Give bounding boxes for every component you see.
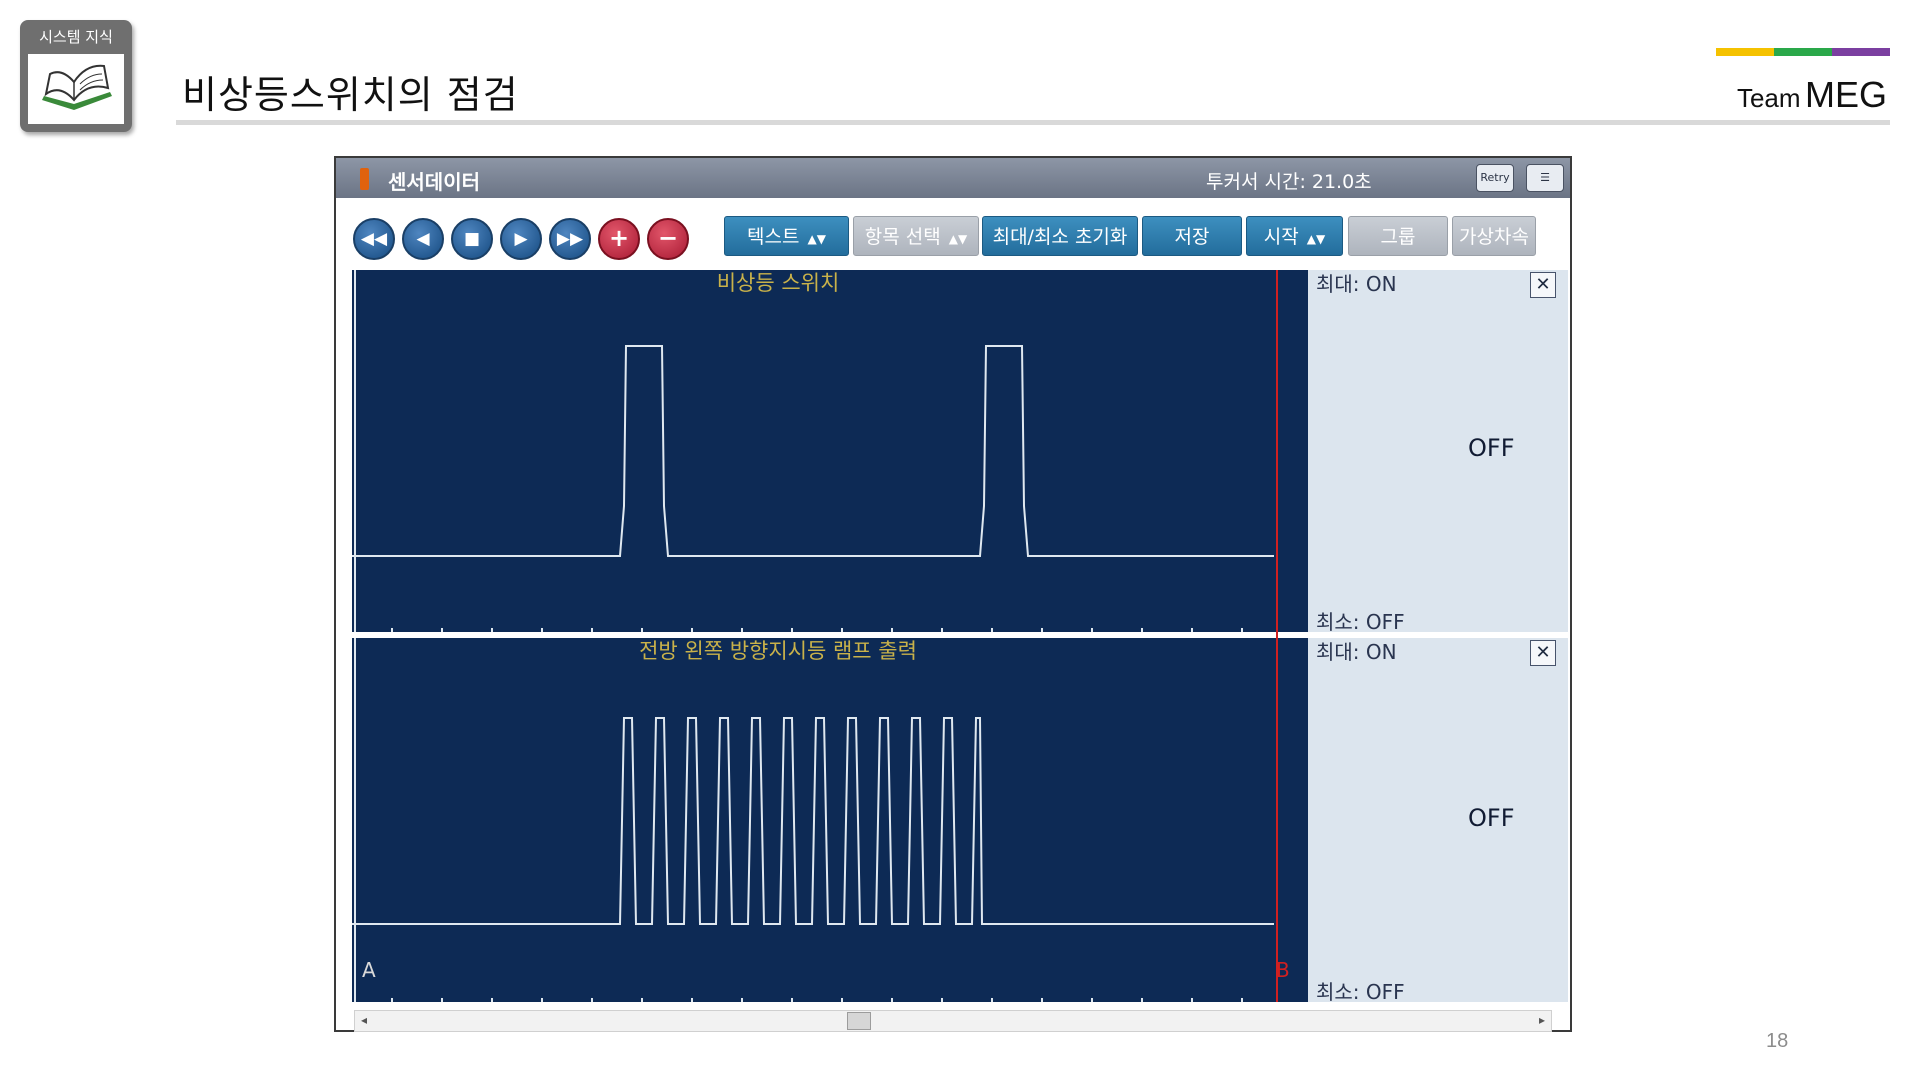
text-view-button[interactable]: 텍스트 ▲▼ [724,216,849,256]
cursor-b-line[interactable] [1276,270,1278,1002]
minmax-reset-label: 최대/최소 초기화 [992,226,1128,248]
cursor-a-marker[interactable]: A [362,958,376,982]
slide-title: 비상등스위치의 점검 [182,73,519,117]
zoom-in-button[interactable]: + [598,218,640,260]
save-label: 저장 [1174,226,1210,248]
minus-icon: − [657,224,679,252]
start-button[interactable]: 시작 ▲▼ [1246,216,1343,256]
group-button[interactable]: 그룹 [1348,216,1448,256]
close-panel-button[interactable]: ✕ [1530,272,1556,298]
scroll-left-icon[interactable]: ◂ [361,1013,367,1027]
close-icon: ✕ [1535,274,1551,295]
accent-bar-purple [1832,48,1890,56]
step-back-button[interactable]: ◀ [402,218,444,260]
fast-forward-button[interactable]: ▶▶ [549,218,591,260]
min-value: 최소: OFF [1316,980,1405,1004]
system-knowledge-badge: 시스템 지식 [20,20,132,132]
window-title: 센서데이터 [388,170,480,194]
panel-title: 비상등 스위치 [716,271,840,295]
close-panel-button[interactable]: ✕ [1530,640,1556,666]
team-name: MEG [1804,74,1887,115]
panel-separator [352,632,1568,638]
stop-button[interactable]: ■ [451,218,493,260]
stop-icon: ■ [463,229,481,249]
rewind-button[interactable]: ◀◀ [353,218,395,260]
virtual-vehicle-speed-button[interactable]: 가상차속 [1452,216,1536,256]
hazard-switch-trace [352,270,1274,632]
left-turn-signal-trace [352,638,1274,1002]
left-turn-signal-graph[interactable]: 전방 왼쪽 방향지시등 램프 출력 A B [352,638,1308,1002]
title-divider [176,120,1890,125]
save-button[interactable]: 저장 [1142,216,1242,256]
scroll-right-icon[interactable]: ▸ [1539,1013,1545,1027]
step-back-icon: ◀ [416,229,430,249]
updown-icon: ▲▼ [1306,232,1326,246]
accent-bar-yellow [1716,48,1774,56]
updown-icon: ▲▼ [948,232,968,246]
virtual-vehicle-speed-label: 가상차속 [1459,226,1529,248]
text-view-label: 텍스트 [747,226,800,248]
retry-label: Retry [1480,171,1510,184]
window-status-icon [360,168,369,190]
fast-forward-icon: ▶▶ [556,229,584,249]
group-label: 그룹 [1380,226,1416,248]
scroll-thumb[interactable] [847,1012,871,1030]
hazard-switch-value-panel: 최대: ON OFF 최소: OFF ✕ [1308,270,1568,634]
horizontal-scrollbar[interactable]: ◂ ▸ [354,1010,1552,1032]
max-value: 최대: ON [1316,640,1397,664]
rewind-icon: ◀◀ [360,229,388,249]
list-icon: ☰ [1540,171,1550,184]
layout-toggle-button[interactable]: ☰ [1526,164,1564,192]
current-state: OFF [1468,434,1515,462]
window-titlebar: 센서데이터 투커서 시간: 21.0초 Retry ☰ [336,158,1570,198]
cursor-b-marker[interactable]: B [1276,958,1290,982]
play-button[interactable]: ▶ [500,218,542,260]
max-value: 최대: ON [1316,272,1397,296]
toolbar: ◀◀ ◀ ■ ▶ ▶▶ + − 텍스트 ▲▼ 항목 선택 ▲▼ 최대/최소 초기화 … [336,198,1570,270]
book-icon [28,54,124,124]
badge-label: 시스템 지식 [39,28,113,46]
plus-icon: + [608,224,630,252]
updown-icon: ▲▼ [807,232,826,246]
minmax-reset-button[interactable]: 최대/최소 초기화 [982,216,1138,256]
panel-title: 전방 왼쪽 방향지시등 램프 출력 [639,639,917,663]
retry-button[interactable]: Retry [1476,164,1514,192]
accent-bar-green [1774,48,1832,56]
current-state: OFF [1468,804,1515,832]
team-logo: Team MEG [1737,74,1887,116]
sensor-data-window: 센서데이터 투커서 시간: 21.0초 Retry ☰ ◀◀ ◀ ■ ▶ ▶▶ … [334,156,1572,1032]
zoom-out-button[interactable]: − [647,218,689,260]
left-turn-signal-value-panel: 최대: ON OFF 최소: OFF ✕ [1308,638,1568,1004]
page-number: 18 [1766,1030,1789,1052]
start-label: 시작 [1263,226,1299,248]
play-icon: ▶ [514,229,528,249]
cursor-time: 투커서 시간: 21.0초 [1206,171,1372,193]
close-icon: ✕ [1535,642,1551,663]
item-select-button[interactable]: 항목 선택 ▲▼ [853,216,979,256]
item-select-label: 항목 선택 [864,226,941,248]
team-prefix: Team [1736,83,1801,113]
min-value: 최소: OFF [1316,610,1405,634]
hazard-switch-graph[interactable]: 비상등 스위치 [352,270,1308,632]
